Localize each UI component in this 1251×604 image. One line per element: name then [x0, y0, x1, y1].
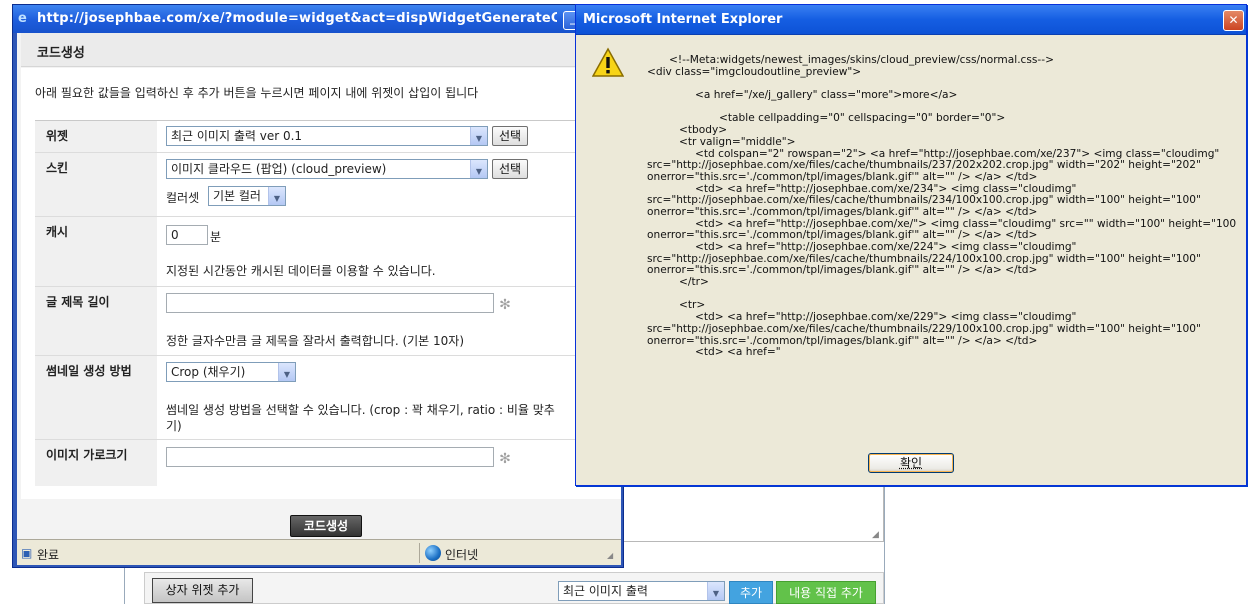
zone-text: 인터넷	[445, 548, 479, 562]
resize-grip-icon[interactable]: ◢	[607, 550, 619, 562]
dialog-message: <!--Meta:widgets/newest_images/skins/clo…	[647, 55, 1237, 385]
title-length-input[interactable]	[166, 293, 494, 313]
skin-select-button[interactable]: 선택	[492, 159, 528, 179]
ok-button-label: 확인	[899, 456, 923, 470]
colorset-label: 컬러셋	[166, 191, 200, 205]
popup-header: 코드생성	[21, 33, 621, 67]
alert-dialog: Microsoft Internet Explorer ✕ <!--Meta:w…	[575, 4, 1247, 486]
close-button[interactable]: ✕	[1223, 10, 1244, 31]
widget-select[interactable]: 최근 이미지 출력	[558, 581, 725, 601]
colorset-select[interactable]: 기본 컬러	[208, 186, 286, 206]
status-text: 완료	[37, 548, 60, 562]
chevron-down-icon[interactable]	[470, 160, 487, 178]
row-label: 스킨	[46, 161, 69, 175]
row-label: 글 제목 길이	[46, 295, 110, 309]
form-row-thumbnail-method: 썸네일 생성 방법 Crop (채우기) 썸네일 생성 방법을 선택할 수 있습…	[35, 356, 621, 440]
status-bar: ▣ 완료 인터넷 ◢	[17, 539, 621, 565]
cache-help: 지정된 시간동안 캐시된 데이터를 이용할 수 있습니다.	[166, 264, 436, 278]
row-label: 썸네일 생성 방법	[46, 364, 132, 378]
thumbnail-method-value: Crop (채우기)	[171, 365, 246, 379]
generate-code-button[interactable]: 코드생성	[290, 515, 362, 537]
page-title: 코드생성	[37, 46, 85, 61]
warning-icon	[592, 47, 624, 77]
widget-select-button[interactable]: 선택	[492, 126, 528, 146]
globe-icon	[425, 545, 441, 561]
row-header: 이미지 가로크기	[35, 440, 157, 486]
row-header: 글 제목 길이	[35, 287, 157, 355]
dialog-message-line: <a href="/xe/j_gallery" class="more">mor…	[695, 89, 958, 102]
widget-select-value: 최근 이미지 출력 ver 0.1	[171, 129, 303, 143]
skin-select-value: 이미지 클라우드 (팝업) (cloud_preview)	[171, 162, 387, 176]
thumbnail-method-select[interactable]: Crop (채우기)	[166, 362, 296, 382]
widget-popup-window: e http://josephbae.com/xe/?module=widget…	[12, 4, 624, 568]
row-header: 위젯	[35, 121, 157, 152]
add-box-widget-button[interactable]: 상자 위젯 추가	[152, 578, 253, 603]
direct-add-button[interactable]: 내용 직접 추가	[776, 581, 876, 604]
widget-toolbar	[144, 572, 884, 604]
dialog-message-line: </tr>	[679, 276, 709, 289]
status-divider	[419, 543, 420, 563]
cache-input[interactable]: 0	[166, 225, 208, 245]
row-cell: 이미지 클라우드 (팝업) (cloud_preview) 선택 컬러셋 기본 …	[166, 153, 621, 216]
widget-select-value: 최근 이미지 출력	[563, 584, 648, 598]
row-cell: ✻	[166, 440, 621, 486]
form-description: 아래 필요한 값들을 입력하신 후 추가 버튼을 누르시면 페이지 내에 위젯이…	[35, 86, 479, 100]
chevron-down-icon[interactable]	[470, 127, 487, 145]
ie-icon: e	[18, 11, 27, 26]
row-cell: Crop (채우기) 썸네일 생성 방법을 선택할 수 있습니다. (crop …	[166, 356, 621, 439]
chevron-down-icon[interactable]	[268, 187, 285, 205]
form-area: 아래 필요한 값들을 입력하신 후 추가 버튼을 누르시면 페이지 내에 위젯이…	[21, 68, 621, 539]
image-width-input[interactable]	[166, 447, 494, 467]
form-row-image-width: 이미지 가로크기 ✻	[35, 440, 621, 486]
chevron-down-icon[interactable]	[278, 363, 295, 381]
dialog-message-line	[647, 289, 1237, 301]
chevron-down-icon[interactable]	[707, 582, 724, 600]
form-row-cache: 캐시 0 분 지정된 시간동안 캐시된 데이터를 이용할 수 있습니다.	[35, 217, 621, 287]
dialog-message-line: <!--Meta:widgets/newest_images/skins/clo…	[669, 55, 1054, 66]
thumbnail-method-help: 썸네일 생성 방법을 선택할 수 있습니다. (crop : 꽉 채우기, ra…	[166, 403, 555, 433]
row-cell: ✻ 정한 글자수만큼 글 제목을 잘라서 출력합니다. (기본 10자)	[166, 287, 621, 355]
popup-url: http://josephbae.com/xe/?module=widget&a…	[37, 11, 557, 26]
cache-unit: 분	[210, 230, 222, 244]
row-cell: 최근 이미지 출력 ver 0.1 선택	[166, 121, 621, 152]
row-header: 스킨	[35, 153, 157, 216]
page-done-icon: ▣	[21, 546, 33, 560]
row-label: 이미지 가로크기	[46, 448, 128, 462]
dialog-message-line: onerror="this.src='./common/tpl/images/b…	[647, 170, 1038, 183]
dialog-message-line: <td> <a href="http://josephbae.com/xe/22…	[695, 241, 1077, 253]
ok-button[interactable]: 확인	[868, 453, 954, 473]
title-length-help: 정한 글자수만큼 글 제목을 잘라서 출력합니다. (기본 10자)	[166, 334, 465, 348]
page-divider	[884, 480, 885, 604]
row-header: 캐시	[35, 217, 157, 286]
row-label: 캐시	[46, 225, 69, 239]
form-row-title-length: 글 제목 길이 ✻ 정한 글자수만큼 글 제목을 잘라서 출력합니다. (기본 …	[35, 287, 621, 356]
dialog-title: Microsoft Internet Explorer	[583, 12, 783, 27]
gear-icon[interactable]: ✻	[498, 452, 512, 466]
dialog-message-line: onerror="this.src='./common/tpl/images/b…	[647, 264, 1038, 277]
row-label: 위젯	[46, 129, 69, 143]
dialog-message-line: <td> <a href="	[695, 346, 781, 359]
row-header: 썸네일 생성 방법	[35, 356, 157, 439]
add-button[interactable]: 추가	[729, 581, 773, 604]
widget-form-table: 위젯 최근 이미지 출력 ver 0.1 선택 스킨 이미지 클라우드	[35, 120, 621, 486]
dialog-titlebar[interactable]: Microsoft Internet Explorer ✕	[576, 5, 1246, 35]
colorset-select-value: 기본 컬러	[213, 189, 261, 203]
dialog-message-line: onerror="this.src='./common/tpl/images/b…	[647, 205, 1038, 218]
resize-grip-icon[interactable]: ◢	[872, 530, 883, 541]
form-row-skin: 스킨 이미지 클라우드 (팝업) (cloud_preview) 선택 컬러셋 …	[35, 153, 621, 217]
form-row-widget: 위젯 최근 이미지 출력 ver 0.1 선택	[35, 121, 621, 153]
content-textarea[interactable]	[624, 484, 884, 542]
dialog-message-line: <table cellpadding="0" cellspacing="0" b…	[719, 112, 1006, 125]
popup-body: 코드생성 아래 필요한 값들을 입력하신 후 추가 버튼을 누르시면 페이지 내…	[17, 33, 621, 539]
dialog-message-line: <tr valign="middle">	[679, 135, 796, 148]
row-cell: 0 분 지정된 시간동안 캐시된 데이터를 이용할 수 있습니다.	[166, 217, 621, 286]
popup-titlebar[interactable]: e http://josephbae.com/xe/?module=widget…	[13, 5, 623, 33]
gear-icon[interactable]: ✻	[498, 298, 512, 312]
dialog-message-line: <div class="imgcloudoutline_preview">	[647, 65, 862, 78]
widget-select[interactable]: 최근 이미지 출력 ver 0.1	[166, 126, 488, 146]
skin-select[interactable]: 이미지 클라우드 (팝업) (cloud_preview)	[166, 159, 488, 179]
dialog-message-line: src="http://josephbae.com/xe/files/cache…	[647, 322, 1201, 335]
